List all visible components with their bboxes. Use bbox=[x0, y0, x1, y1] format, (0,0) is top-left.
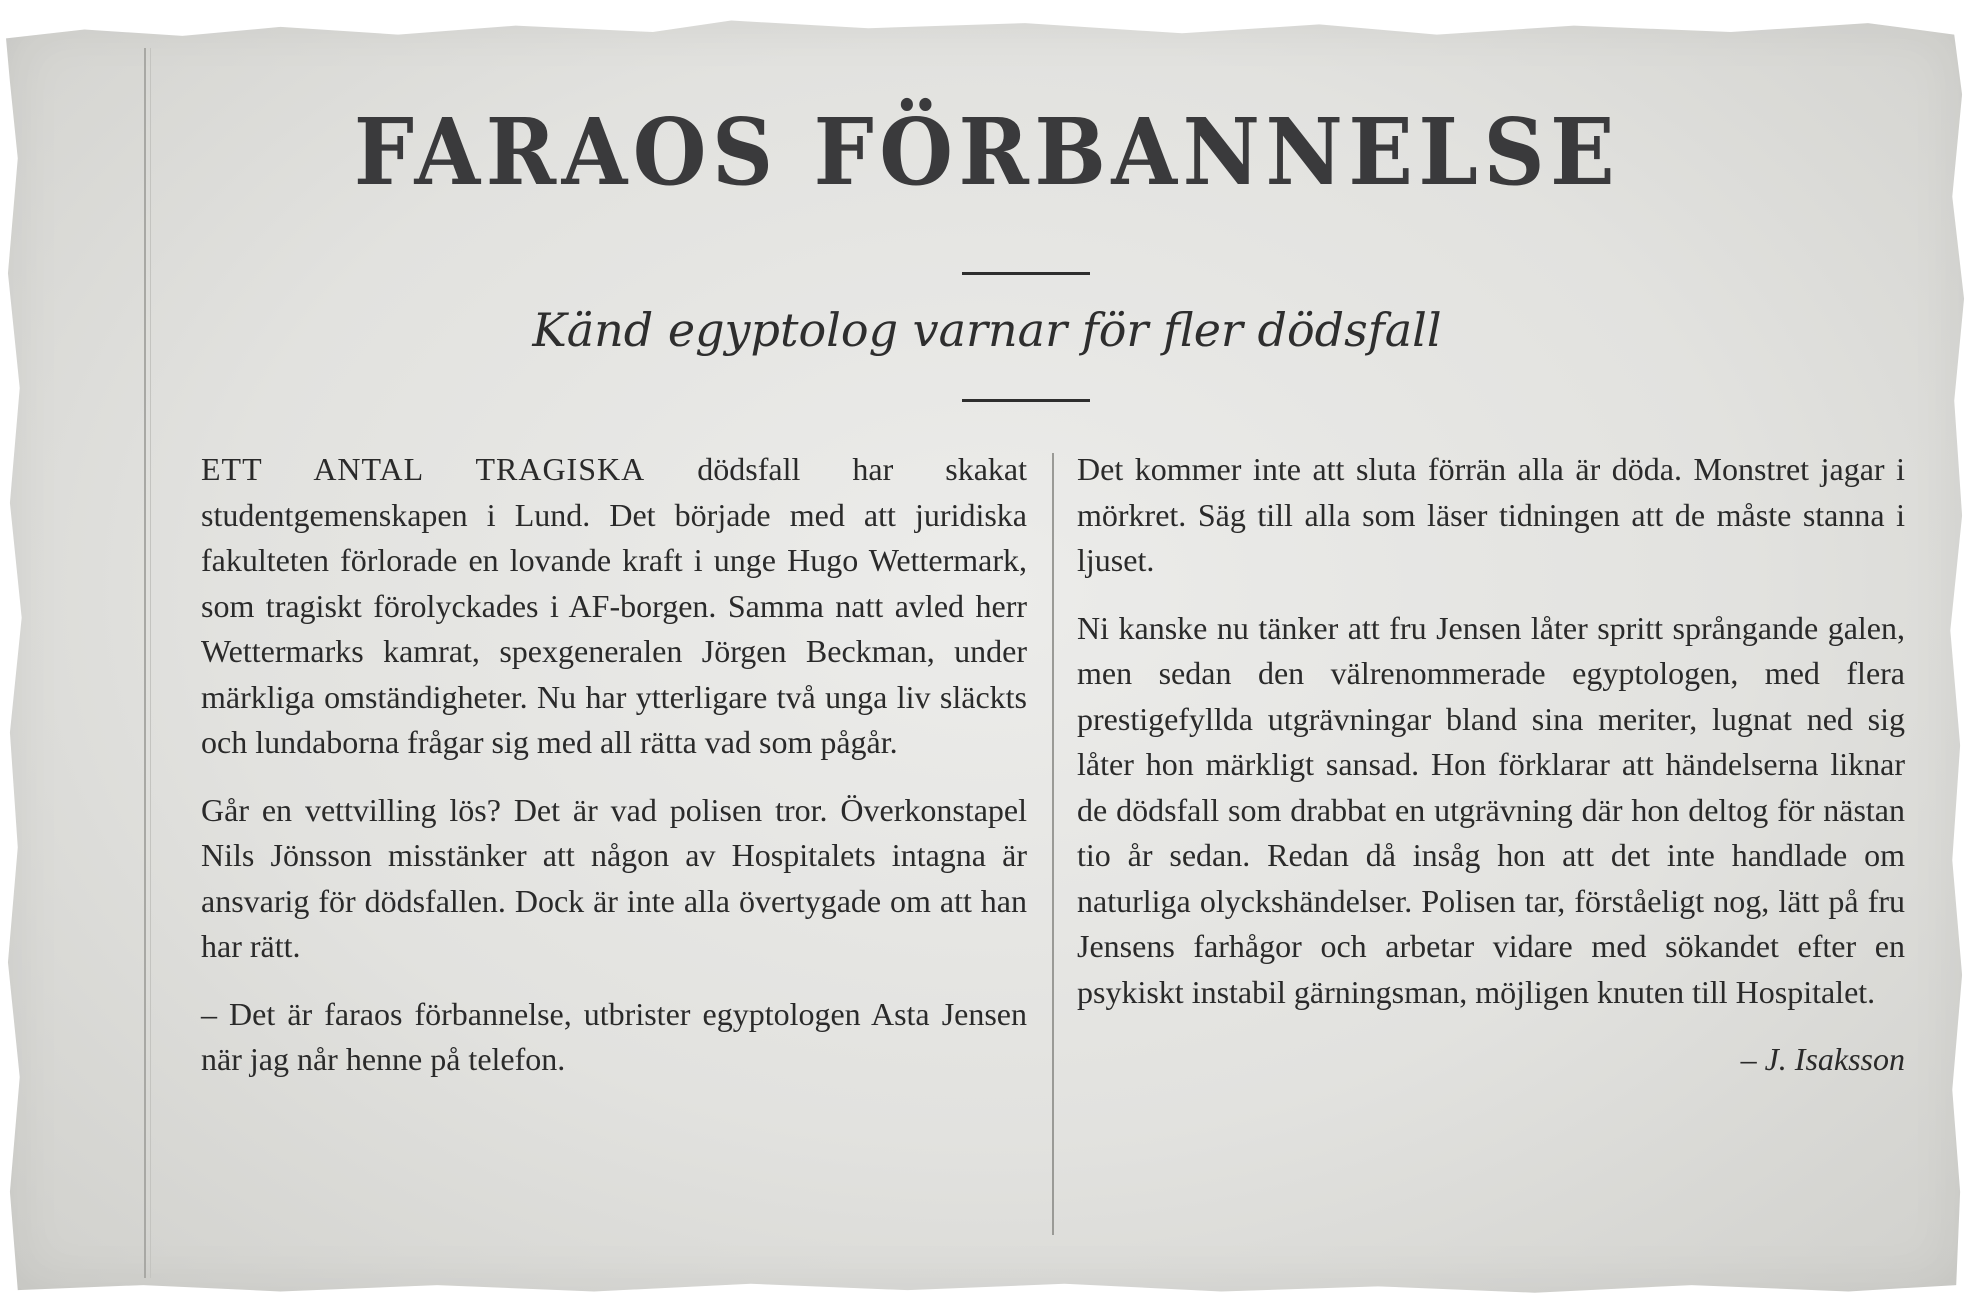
subheadline: Känd egyptolog varnar för fler dödsfall bbox=[532, 303, 1442, 357]
paragraph-text: dödsfall har skakat studentgemenskapen i… bbox=[201, 451, 1028, 760]
paragraph: ETT ANTAL TRAGISKA dödsfall har skakat s… bbox=[201, 447, 1027, 766]
left-column: ETT ANTAL TRAGISKA dödsfall har skakat s… bbox=[201, 447, 1027, 1105]
divider-rule-bottom bbox=[962, 399, 1090, 402]
margin-rule bbox=[144, 48, 146, 1278]
column-divider bbox=[1052, 453, 1054, 1235]
right-column: Det kommer inte att sluta förrän alla är… bbox=[1077, 447, 1905, 1105]
lead-in: ETT ANTAL TRAGISKA bbox=[201, 451, 646, 487]
page: FARAOS FÖRBANNELSE Känd egyptolog varnar… bbox=[0, 0, 1974, 1302]
paragraph: – Det är faraos förbannelse, utbrister e… bbox=[201, 995, 1027, 1078]
paragraph: Går en vettvilling lös? Det är vad polis… bbox=[201, 791, 1027, 965]
headline: FARAOS FÖRBANNELSE bbox=[353, 98, 1621, 206]
margin-rule-inner bbox=[150, 48, 151, 1278]
divider-rule-top bbox=[962, 272, 1090, 275]
paragraph: Det kommer inte att sluta förrän alla är… bbox=[1077, 451, 1905, 578]
byline: – J. Isaksson bbox=[1740, 1041, 1905, 1077]
paragraph: Ni kanske nu tänker att fru Jensen låter… bbox=[1077, 609, 1905, 1010]
